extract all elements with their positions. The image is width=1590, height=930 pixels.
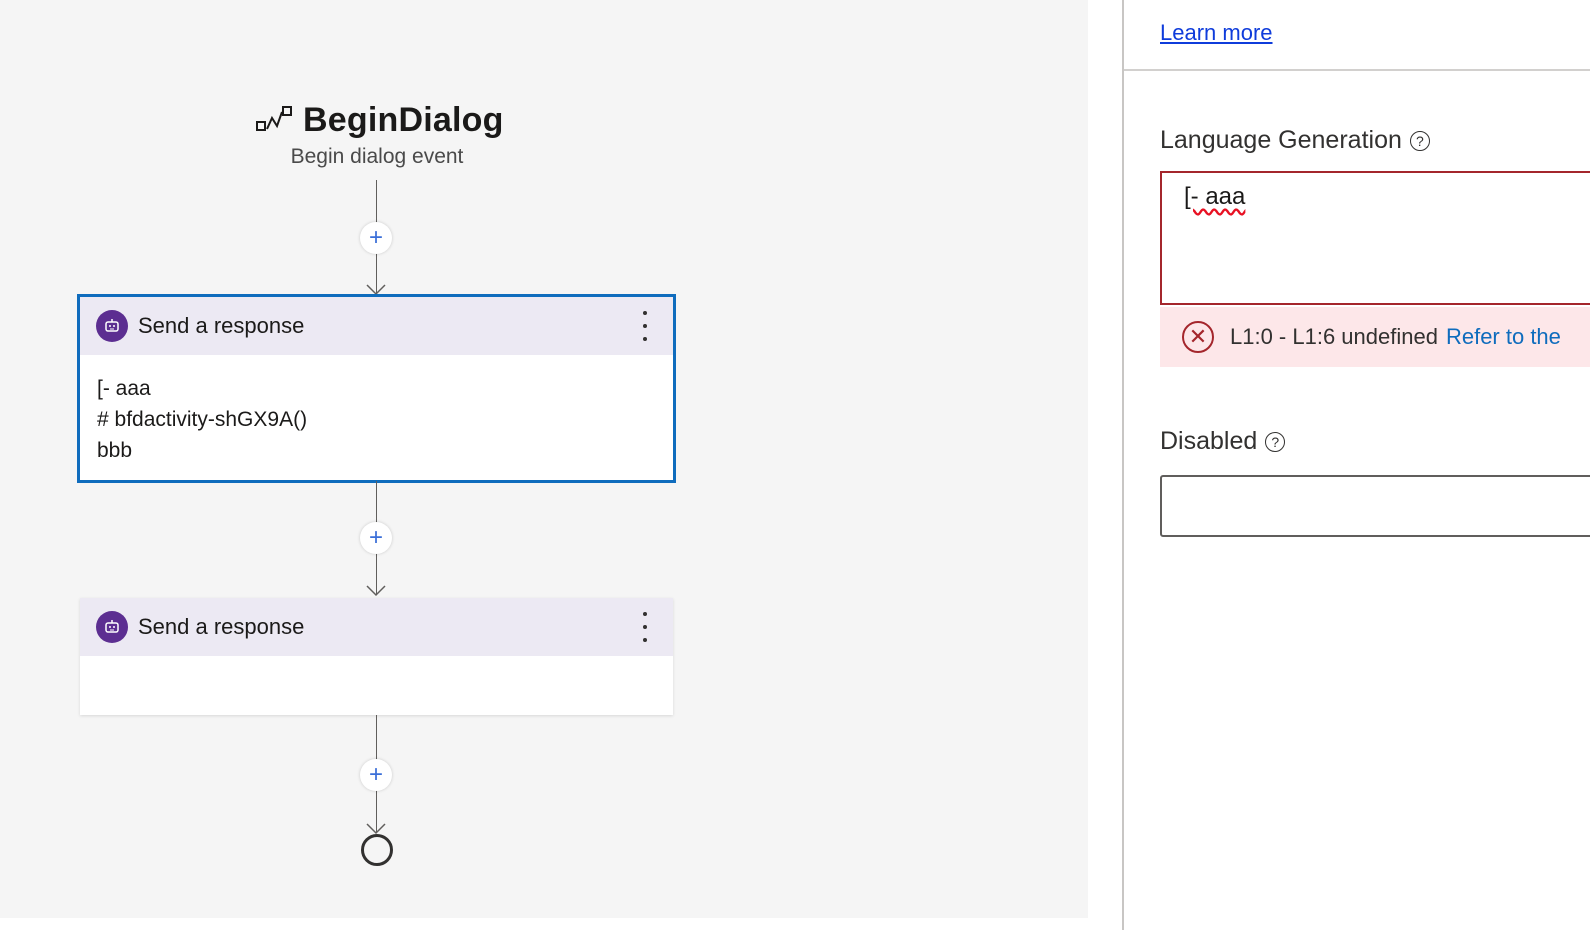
- editor-text[interactable]: [- aaa: [1184, 183, 1245, 211]
- language-generation-label: Language Generation ?: [1160, 126, 1430, 155]
- disabled-label: Disabled ?: [1160, 427, 1286, 456]
- property-panel: Learn more Language Generation ? [- aaa …: [1122, 0, 1590, 930]
- disabled-input[interactable]: [1160, 475, 1590, 537]
- node-header: Send a response: [80, 297, 673, 355]
- arrow-down-icon: [366, 585, 386, 597]
- divider: [1124, 69, 1590, 71]
- send-response-node-2[interactable]: Send a response: [80, 598, 673, 715]
- more-options-icon[interactable]: [637, 612, 653, 642]
- field-label-text: Disabled: [1160, 427, 1258, 455]
- canvas-bottom-edge: [0, 918, 1088, 930]
- trigger-subtitle: Begin dialog event: [290, 145, 464, 168]
- trigger-header: BeginDialog: [255, 98, 504, 142]
- node-line: # bfdactivity-shGX9A(): [97, 408, 308, 431]
- error-message-bar: ✕ L1:0 - L1:6 undefined Refer to the: [1160, 307, 1590, 367]
- dialog-canvas: BeginDialog Begin dialog event + Send a …: [0, 0, 1088, 918]
- bot-icon: [96, 310, 128, 342]
- node-header: Send a response: [80, 598, 673, 656]
- trigger-title: BeginDialog: [303, 100, 504, 139]
- bot-icon: [96, 611, 128, 643]
- add-action-button[interactable]: +: [360, 222, 392, 254]
- send-response-node-1[interactable]: Send a response [- aaa # bfdactivity-shG…: [77, 294, 676, 483]
- splitter[interactable]: [1088, 0, 1122, 930]
- error-text: L1:0 - L1:6 undefined: [1230, 324, 1438, 349]
- field-label-text: Language Generation: [1160, 126, 1402, 154]
- more-options-icon[interactable]: [637, 311, 653, 341]
- end-node-icon: [361, 834, 393, 866]
- node-line: bbb: [97, 439, 133, 462]
- help-icon[interactable]: ?: [1409, 130, 1430, 151]
- help-icon[interactable]: ?: [1265, 431, 1286, 452]
- arrow-down-icon: [366, 284, 386, 296]
- node-title: Send a response: [138, 313, 305, 338]
- node-title: Send a response: [138, 614, 305, 639]
- trigger-icon: [256, 106, 292, 131]
- language-generation-editor[interactable]: [- aaa: [1160, 171, 1590, 305]
- node-line: [- aaa: [97, 377, 151, 400]
- add-action-button[interactable]: +: [360, 759, 392, 791]
- learn-more-link[interactable]: Learn more: [1160, 20, 1273, 46]
- error-circle-icon: ✕: [1182, 321, 1214, 353]
- add-action-button[interactable]: +: [360, 522, 392, 554]
- error-help-link[interactable]: Refer to the: [1446, 324, 1561, 350]
- node-body: [- aaa # bfdactivity-shGX9A() bbb: [80, 355, 673, 480]
